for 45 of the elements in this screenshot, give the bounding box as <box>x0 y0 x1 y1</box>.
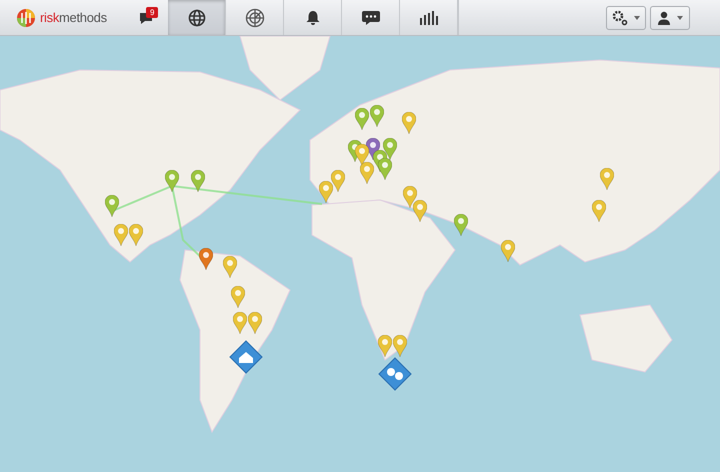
cluster-marker-icon[interactable] <box>378 357 412 391</box>
map-pin-icon[interactable] <box>378 158 392 180</box>
map-pin-icon[interactable] <box>403 186 417 208</box>
bar-chart-icon <box>420 10 438 24</box>
speech-bubble-icon <box>360 10 380 26</box>
bell-icon <box>304 10 320 26</box>
map-pin-icon[interactable] <box>165 170 179 192</box>
caret-icon <box>677 16 683 20</box>
map-pin-icon[interactable] <box>231 286 245 308</box>
radar-icon <box>244 8 264 28</box>
map-pin-icon[interactable] <box>402 112 416 134</box>
map-pin-icon[interactable] <box>191 170 205 192</box>
nav-tab[interactable]: 9 <box>124 0 168 35</box>
map-pin-icon[interactable] <box>454 214 468 236</box>
map-pin-icon[interactable] <box>378 335 392 357</box>
map-pin-icon[interactable] <box>319 181 333 203</box>
map-pin-icon[interactable] <box>199 248 213 270</box>
count-badge: 9 <box>146 7 158 18</box>
user-icon <box>657 10 671 24</box>
map-pin-icon[interactable] <box>223 256 237 278</box>
globe-icon <box>188 8 206 26</box>
settings-menu-button[interactable] <box>606 6 646 30</box>
user-menu-button[interactable] <box>650 6 690 30</box>
caret-icon <box>634 16 640 20</box>
map-pin-icon[interactable] <box>393 335 407 357</box>
logo-wordmark: riskmethods <box>40 10 107 25</box>
gear-icon <box>612 10 628 26</box>
house-marker-icon[interactable] <box>229 340 263 374</box>
map-pin-icon[interactable] <box>360 162 374 184</box>
map-pin-icon[interactable] <box>129 224 143 246</box>
map-pin-icon[interactable] <box>105 195 119 217</box>
logo-icon <box>16 8 36 28</box>
map-pin-icon[interactable] <box>114 224 128 246</box>
nav-tab[interactable] <box>168 0 226 35</box>
map-pin-icon[interactable] <box>233 312 247 334</box>
map-pin-icon[interactable] <box>600 168 614 190</box>
map-pin-icon[interactable] <box>331 170 345 192</box>
map-pin-icon[interactable] <box>370 105 384 127</box>
map-pin-icon[interactable] <box>355 108 369 130</box>
map-pin-icon[interactable] <box>355 144 369 166</box>
map-pin-icon[interactable] <box>592 200 606 222</box>
map-pin-icon[interactable] <box>248 312 262 334</box>
map-pin-icon[interactable] <box>383 138 397 160</box>
map-pin-icon[interactable] <box>413 200 427 222</box>
map-pin-icon[interactable] <box>501 240 515 262</box>
